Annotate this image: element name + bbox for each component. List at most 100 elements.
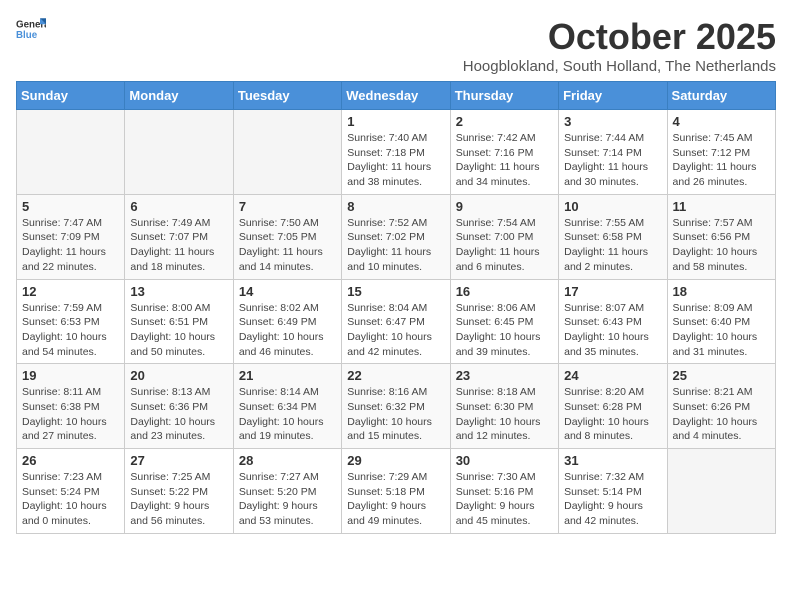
day-number: 8 xyxy=(347,199,444,214)
svg-text:Blue: Blue xyxy=(16,30,38,40)
day-number: 6 xyxy=(130,199,227,214)
day-info: Sunrise: 7:27 AM Sunset: 5:20 PM Dayligh… xyxy=(239,470,336,529)
weekday-header-sunday: Sunday xyxy=(17,82,125,110)
day-number: 28 xyxy=(239,453,336,468)
day-info: Sunrise: 8:11 AM Sunset: 6:38 PM Dayligh… xyxy=(22,385,119,444)
calendar-cell: 6Sunrise: 7:49 AM Sunset: 7:07 PM Daylig… xyxy=(125,194,233,279)
day-info: Sunrise: 7:40 AM Sunset: 7:18 PM Dayligh… xyxy=(347,131,444,190)
logo-icon: General Blue xyxy=(16,16,46,40)
day-info: Sunrise: 8:07 AM Sunset: 6:43 PM Dayligh… xyxy=(564,301,661,360)
day-number: 23 xyxy=(456,368,553,383)
weekday-header-monday: Monday xyxy=(125,82,233,110)
day-number: 22 xyxy=(347,368,444,383)
day-info: Sunrise: 8:06 AM Sunset: 6:45 PM Dayligh… xyxy=(456,301,553,360)
calendar-cell: 8 Sunrise: 7:52 AM Sunset: 7:02 PM Daylig… xyxy=(342,194,450,279)
calendar-cell: 23 Sunrise: 8:18 AM Sunset: 6:30 PM Dayli… xyxy=(450,364,558,449)
weekday-header-tuesday: Tuesday xyxy=(233,82,341,110)
day-info: Sunrise: 7:54 AM Sunset: 7:00 PM Dayligh… xyxy=(456,216,553,275)
day-info: Sunrise: 7:23 AM Sunset: 5:24 PM Dayligh… xyxy=(22,470,119,529)
calendar-week-row: 5Sunrise: 7:47 AM Sunset: 7:09 PM Daylig… xyxy=(17,194,776,279)
day-info: Sunrise: 7:42 AM Sunset: 7:16 PM Dayligh… xyxy=(456,131,553,190)
day-number: 26 xyxy=(22,453,119,468)
day-number: 14 xyxy=(239,284,336,299)
day-info: Sunrise: 7:44 AM Sunset: 7:14 PM Dayligh… xyxy=(564,131,661,190)
calendar-week-row: 19 Sunrise: 8:11 AM Sunset: 6:38 PM Dayli… xyxy=(17,364,776,449)
calendar-week-row: 12 Sunrise: 7:59 AM Sunset: 6:53 PM Dayli… xyxy=(17,279,776,364)
day-number: 15 xyxy=(347,284,444,299)
calendar-cell: 29 Sunrise: 7:29 AM Sunset: 5:18 PM Dayli… xyxy=(342,449,450,534)
day-number: 30 xyxy=(456,453,553,468)
calendar-cell: 14 Sunrise: 8:02 AM Sunset: 6:49 PM Dayli… xyxy=(233,279,341,364)
calendar-cell: 26 Sunrise: 7:23 AM Sunset: 5:24 PM Dayli… xyxy=(17,449,125,534)
day-info: Sunrise: 8:13 AM Sunset: 6:36 PM Dayligh… xyxy=(130,385,227,444)
day-info: Sunrise: 8:09 AM Sunset: 6:40 PM Dayligh… xyxy=(673,301,770,360)
day-number: 9 xyxy=(456,199,553,214)
day-number: 2 xyxy=(456,114,553,129)
day-info: Sunrise: 8:16 AM Sunset: 6:32 PM Dayligh… xyxy=(347,385,444,444)
calendar-cell xyxy=(17,110,125,195)
day-number: 1 xyxy=(347,114,444,129)
day-number: 12 xyxy=(22,284,119,299)
day-info: Sunrise: 8:04 AM Sunset: 6:47 PM Dayligh… xyxy=(347,301,444,360)
day-info: Sunrise: 8:18 AM Sunset: 6:30 PM Dayligh… xyxy=(456,385,553,444)
calendar-cell: 20 Sunrise: 8:13 AM Sunset: 6:36 PM Dayli… xyxy=(125,364,233,449)
calendar-cell: 17 Sunrise: 8:07 AM Sunset: 6:43 PM Dayli… xyxy=(559,279,667,364)
day-number: 20 xyxy=(130,368,227,383)
day-number: 29 xyxy=(347,453,444,468)
calendar-cell: 7Sunrise: 7:50 AM Sunset: 7:05 PM Daylig… xyxy=(233,194,341,279)
day-number: 31 xyxy=(564,453,661,468)
day-info: Sunrise: 7:45 AM Sunset: 7:12 PM Dayligh… xyxy=(673,131,770,190)
day-number: 17 xyxy=(564,284,661,299)
day-info: Sunrise: 7:59 AM Sunset: 6:53 PM Dayligh… xyxy=(22,301,119,360)
calendar-cell: 18Sunrise: 8:09 AM Sunset: 6:40 PM Dayli… xyxy=(667,279,775,364)
calendar-cell: 28 Sunrise: 7:27 AM Sunset: 5:20 PM Dayli… xyxy=(233,449,341,534)
calendar-cell: 24 Sunrise: 8:20 AM Sunset: 6:28 PM Dayli… xyxy=(559,364,667,449)
day-info: Sunrise: 7:50 AM Sunset: 7:05 PM Dayligh… xyxy=(239,216,336,275)
day-info: Sunrise: 7:57 AM Sunset: 6:56 PM Dayligh… xyxy=(673,216,770,275)
calendar-cell: 15 Sunrise: 8:04 AM Sunset: 6:47 PM Dayli… xyxy=(342,279,450,364)
day-info: Sunrise: 7:55 AM Sunset: 6:58 PM Dayligh… xyxy=(564,216,661,275)
day-info: Sunrise: 8:21 AM Sunset: 6:26 PM Dayligh… xyxy=(673,385,770,444)
day-info: Sunrise: 8:02 AM Sunset: 6:49 PM Dayligh… xyxy=(239,301,336,360)
calendar-cell: 11 Sunrise: 7:57 AM Sunset: 6:56 PM Dayli… xyxy=(667,194,775,279)
day-number: 11 xyxy=(673,199,770,214)
day-info: Sunrise: 7:30 AM Sunset: 5:16 PM Dayligh… xyxy=(456,470,553,529)
day-number: 13 xyxy=(130,284,227,299)
calendar-cell: 4Sunrise: 7:45 AM Sunset: 7:12 PM Daylig… xyxy=(667,110,775,195)
weekday-header-friday: Friday xyxy=(559,82,667,110)
calendar-cell: 12 Sunrise: 7:59 AM Sunset: 6:53 PM Dayli… xyxy=(17,279,125,364)
day-info: Sunrise: 7:52 AM Sunset: 7:02 PM Dayligh… xyxy=(347,216,444,275)
calendar-cell: 10 Sunrise: 7:55 AM Sunset: 6:58 PM Dayli… xyxy=(559,194,667,279)
calendar-cell: 19 Sunrise: 8:11 AM Sunset: 6:38 PM Dayli… xyxy=(17,364,125,449)
day-info: Sunrise: 7:25 AM Sunset: 5:22 PM Dayligh… xyxy=(130,470,227,529)
day-number: 25 xyxy=(673,368,770,383)
calendar-cell xyxy=(233,110,341,195)
day-info: Sunrise: 7:29 AM Sunset: 5:18 PM Dayligh… xyxy=(347,470,444,529)
weekday-header-row: SundayMondayTuesdayWednesdayThursdayFrid… xyxy=(17,82,776,110)
location-subtitle: Hoogblokland, South Holland, The Netherl… xyxy=(463,58,776,75)
day-number: 19 xyxy=(22,368,119,383)
calendar-cell: 1 Sunrise: 7:40 AM Sunset: 7:18 PM Daylig… xyxy=(342,110,450,195)
calendar-cell xyxy=(667,449,775,534)
calendar-cell: 30 Sunrise: 7:30 AM Sunset: 5:16 PM Dayli… xyxy=(450,449,558,534)
calendar-cell: 13Sunrise: 8:00 AM Sunset: 6:51 PM Dayli… xyxy=(125,279,233,364)
calendar-table: SundayMondayTuesdayWednesdayThursdayFrid… xyxy=(16,81,776,534)
day-info: Sunrise: 7:47 AM Sunset: 7:09 PM Dayligh… xyxy=(22,216,119,275)
weekday-header-wednesday: Wednesday xyxy=(342,82,450,110)
day-number: 16 xyxy=(456,284,553,299)
day-number: 24 xyxy=(564,368,661,383)
calendar-week-row: 26 Sunrise: 7:23 AM Sunset: 5:24 PM Dayli… xyxy=(17,449,776,534)
day-info: Sunrise: 7:32 AM Sunset: 5:14 PM Dayligh… xyxy=(564,470,661,529)
calendar-cell: 22 Sunrise: 8:16 AM Sunset: 6:32 PM Dayli… xyxy=(342,364,450,449)
day-number: 3 xyxy=(564,114,661,129)
weekday-header-thursday: Thursday xyxy=(450,82,558,110)
day-number: 10 xyxy=(564,199,661,214)
calendar-cell: 5Sunrise: 7:47 AM Sunset: 7:09 PM Daylig… xyxy=(17,194,125,279)
calendar-cell: 3 Sunrise: 7:44 AM Sunset: 7:14 PM Daylig… xyxy=(559,110,667,195)
calendar-cell: 9 Sunrise: 7:54 AM Sunset: 7:00 PM Daylig… xyxy=(450,194,558,279)
day-number: 27 xyxy=(130,453,227,468)
title-section: October 2025 Hoogblokland, South Holland… xyxy=(463,16,776,75)
day-info: Sunrise: 8:20 AM Sunset: 6:28 PM Dayligh… xyxy=(564,385,661,444)
calendar-cell: 21Sunrise: 8:14 AM Sunset: 6:34 PM Dayli… xyxy=(233,364,341,449)
calendar-cell xyxy=(125,110,233,195)
